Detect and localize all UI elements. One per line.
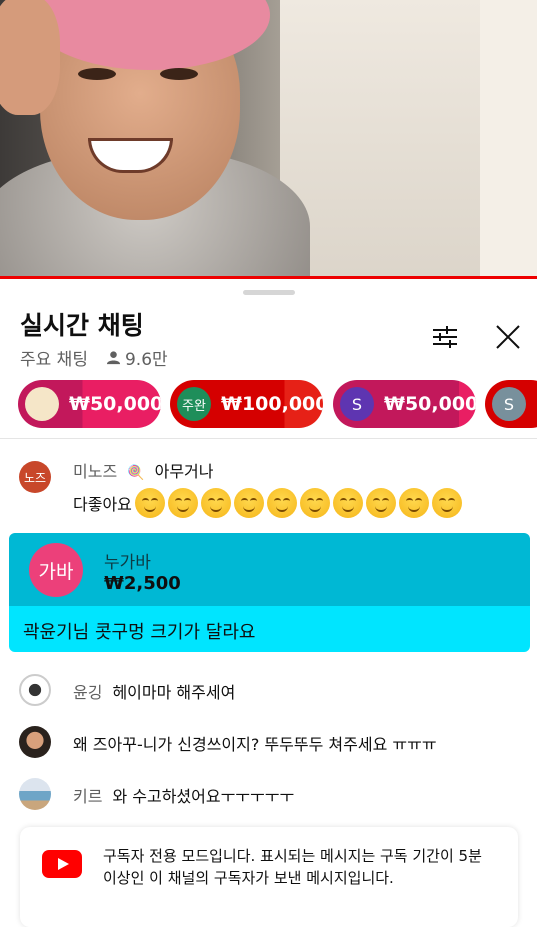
viewer-count-value: 9.6만 [125, 345, 168, 370]
superchat-card[interactable]: 가바 누가바 ₩2,500 곽윤기님 콧구멍 크기가 달라요 [9, 533, 530, 652]
smiling-face-emoji-icon [234, 488, 264, 518]
tune-icon[interactable] [432, 325, 458, 349]
drag-handle[interactable] [243, 290, 295, 295]
ticker-amount: ₩100,000 [221, 393, 323, 415]
smiling-face-emoji-icon [399, 488, 429, 518]
smiling-face-emoji-icon [366, 488, 396, 518]
video-person-eye [160, 68, 198, 80]
viewer-count: 9.6만 [106, 345, 168, 370]
author-name: 미노즈 [73, 462, 117, 481]
message-text: 다좋아요 [73, 491, 132, 515]
video-person-eye [78, 68, 116, 80]
message-text: 왜 즈아꾸-니가 신경쓰이지? 뚜두뚜두 쳐주세요 ㅠㅠㅠ [73, 735, 437, 754]
chat-mode-selector[interactable]: 주요 채팅 [20, 345, 88, 370]
subscriber-only-notice: 구독자 전용 모드입니다. 표시되는 메시지는 구독 기간이 5분 이상인 이 … [20, 827, 518, 927]
message-text: 와 수고하셨어요ㅜㅜㅜㅜㅜ [112, 787, 294, 806]
video-background-door [480, 0, 537, 278]
divider [0, 438, 537, 439]
smiling-face-emoji-icon [201, 488, 231, 518]
superchat-message: 곽윤기님 콧구멍 크기가 달라요 [23, 618, 255, 644]
avatar [19, 726, 51, 758]
message-line: 윤깅 헤이마마 해주세여 [73, 679, 235, 703]
emoji-row [132, 488, 462, 518]
message-text: 헤이마마 해주세여 [112, 683, 235, 702]
video-person-hand [0, 0, 60, 115]
message-text: 아무거나 [155, 462, 214, 481]
ticker-amount: ₩50,000 [69, 393, 161, 415]
smiling-face-emoji-icon [333, 488, 363, 518]
superchat-header: 가바 누가바 ₩2,500 [9, 533, 530, 606]
message-line: 키르 와 수고하셨어요ㅜㅜㅜㅜㅜ [73, 783, 294, 807]
chat-title: 실시간 채팅 [20, 306, 144, 342]
superchat-amount: ₩2,500 [104, 573, 181, 594]
avatar: 가바 [29, 543, 83, 597]
author-name: 키르 [73, 787, 102, 806]
person-icon [106, 350, 121, 365]
superchat-body: 곽윤기님 콧구멍 크기가 달라요 [9, 606, 530, 652]
smiling-face-emoji-icon [267, 488, 297, 518]
live-video-player[interactable] [0, 0, 537, 278]
message-line: 왜 즈아꾸-니가 신경쓰이지? 뚜두뚜두 쳐주세요 ㅠㅠㅠ [73, 731, 437, 755]
chat-subheader: 주요 채팅 9.6만 [20, 345, 168, 370]
avatar [19, 778, 51, 810]
superchat-ticker[interactable]: 주완 ₩100,000 [170, 380, 323, 428]
ticker-avatar: S [340, 387, 374, 421]
superchat-ticker[interactable]: S [485, 380, 537, 428]
message-line: 다좋아요 [73, 488, 462, 518]
superchat-author-name: 누가바 [104, 548, 151, 573]
avatar [19, 674, 51, 706]
ticker-avatar: S [492, 387, 526, 421]
avatar: 노즈 [19, 461, 51, 493]
smiling-face-emoji-icon [432, 488, 462, 518]
smiling-face-emoji-icon [135, 488, 165, 518]
author-name: 윤깅 [73, 683, 102, 702]
superchat-ticker[interactable]: S ₩50,000 [333, 380, 476, 428]
close-icon[interactable] [495, 324, 521, 350]
ticker-avatar [25, 387, 59, 421]
icecream-emoji-icon: 🍭 [127, 465, 144, 481]
youtube-logo-icon [42, 850, 82, 878]
superchat-ticker[interactable]: ₩50,000 [18, 380, 161, 428]
superchat-ticker-bar: ₩50,000 주완 ₩100,000 S ₩50,000 S [0, 378, 537, 432]
smiling-face-emoji-icon [300, 488, 330, 518]
ticker-avatar: 주완 [177, 387, 211, 421]
ticker-amount: ₩50,000 [384, 393, 476, 415]
notice-text: 구독자 전용 모드입니다. 표시되는 메시지는 구독 기간이 5분 이상인 이 … [103, 845, 483, 889]
smiling-face-emoji-icon [168, 488, 198, 518]
message-line: 미노즈 🍭 아무거나 [73, 458, 214, 482]
